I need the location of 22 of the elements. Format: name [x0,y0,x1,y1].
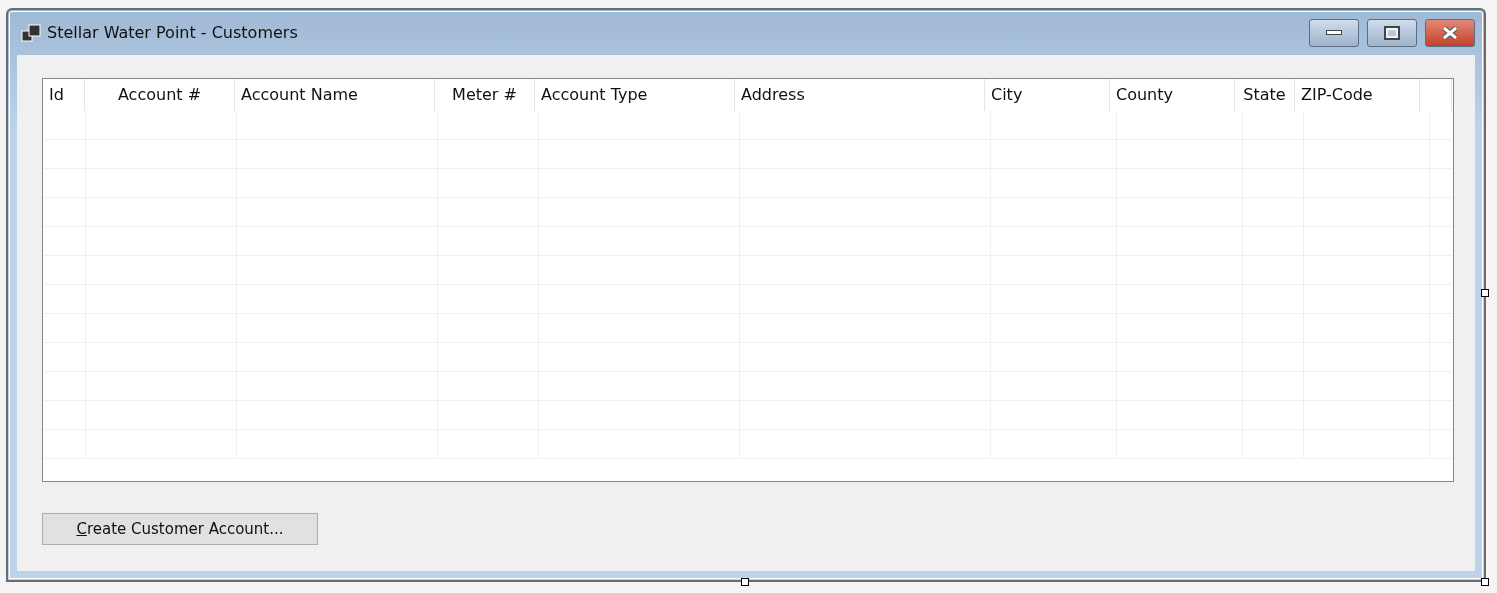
maximize-button[interactable] [1367,18,1417,47]
maximize-icon [1384,25,1400,40]
minimize-icon [1326,29,1342,36]
column-header[interactable]: City [985,79,1110,111]
column-header[interactable]: ZIP-Code [1295,79,1420,111]
close-button[interactable] [1425,18,1475,47]
window-title: Stellar Water Point - Customers [47,23,299,42]
resize-handle[interactable] [741,578,749,586]
close-icon [1442,25,1458,40]
column-header[interactable]: Account # [85,79,235,111]
column-header[interactable]: State [1235,79,1295,111]
column-header[interactable]: Account Type [535,79,735,111]
column-header[interactable]: County [1110,79,1235,111]
resize-handle[interactable] [1481,578,1489,586]
resize-handle[interactable] [1481,289,1489,297]
column-header[interactable]: Meter # [435,79,535,111]
create-account-button[interactable]: Create Customer Account... [42,513,318,545]
column-header[interactable]: Address [735,79,985,111]
minimize-button[interactable] [1309,18,1359,47]
column-header[interactable]: Id [43,79,85,111]
app-icon [21,23,41,42]
column-header[interactable]: Account Name [235,79,435,111]
